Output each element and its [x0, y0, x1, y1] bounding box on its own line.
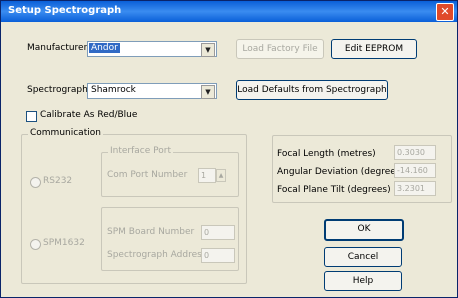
spectrograph-address-field[interactable]: 0	[201, 248, 235, 263]
ok-button[interactable]: OK	[324, 219, 404, 241]
com-port-field[interactable]: 1	[198, 168, 216, 183]
rs232-label: RS232	[43, 176, 73, 186]
focal-plane-tilt-label: Focal Plane Tilt (degrees)	[277, 185, 391, 195]
spm-board-field[interactable]: 0	[201, 225, 235, 240]
rs232-radio[interactable]	[30, 177, 41, 188]
cancel-button[interactable]: Cancel	[324, 247, 402, 267]
spin-arrows-icon[interactable]: ▲	[216, 169, 226, 182]
spectrograph-select[interactable]: Shamrock ▼	[87, 83, 217, 99]
setup-spectrograph-dialog: Setup Spectrograph ✕ Manufacturer: Andor…	[0, 0, 458, 298]
interface-port-title: Interface Port	[108, 146, 173, 156]
load-factory-file-button[interactable]: Load Factory File	[236, 39, 324, 59]
manufacturer-value: Andor	[89, 43, 120, 53]
spectrograph-address-label: Spectrograph Address	[107, 250, 207, 260]
focal-length-field[interactable]: 0.3030	[394, 145, 436, 160]
manufacturer-label: Manufacturer:	[27, 43, 91, 53]
edit-eeprom-button[interactable]: Edit EEPROM	[331, 39, 417, 59]
dialog-title: Setup Spectrograph	[8, 5, 122, 16]
angular-deviation-label: Angular Deviation (degrees)	[277, 167, 405, 177]
calibrate-label: Calibrate As Red/Blue	[40, 110, 138, 120]
load-defaults-button[interactable]: Load Defaults from Spectrograph	[236, 80, 388, 100]
spm-board-label: SPM Board Number	[107, 227, 195, 237]
manufacturer-select[interactable]: Andor ▼	[87, 41, 217, 57]
help-button[interactable]: Help	[324, 271, 402, 291]
angular-deviation-field[interactable]: -14.160	[394, 163, 436, 178]
spm1632-label: SPM1632	[43, 238, 85, 248]
chevron-down-icon[interactable]: ▼	[201, 85, 215, 99]
calibrate-checkbox[interactable]	[26, 111, 37, 122]
focal-plane-tilt-field[interactable]: 3.2301	[394, 181, 436, 196]
communication-group-title: Communication	[28, 128, 103, 138]
spm1632-radio[interactable]	[30, 239, 41, 250]
spectrograph-value: Shamrock	[91, 85, 136, 95]
title-bar[interactable]: Setup Spectrograph ✕	[1, 1, 457, 22]
focal-length-label: Focal Length (metres)	[277, 149, 376, 159]
com-port-label: Com Port Number	[107, 170, 188, 180]
spectrograph-label: Spectrograph:	[27, 85, 91, 95]
close-icon[interactable]: ✕	[436, 3, 454, 21]
chevron-down-icon[interactable]: ▼	[201, 43, 215, 57]
